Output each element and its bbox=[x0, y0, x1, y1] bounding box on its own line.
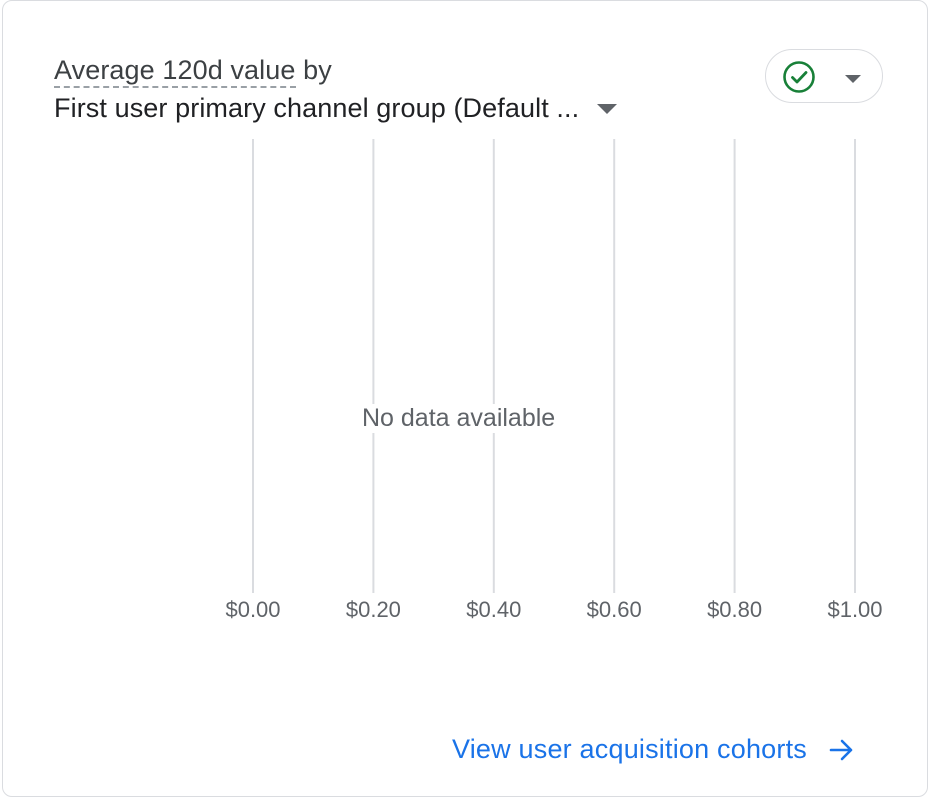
x-tick-label: $1.00 bbox=[827, 597, 882, 622]
arrow-right-icon bbox=[829, 739, 853, 760]
x-tick-label: $0.80 bbox=[707, 597, 762, 622]
chart-x-axis: $0.00 $0.20 $0.40 $0.60 $0.80 $1.00 bbox=[225, 597, 882, 622]
chart-gridlines bbox=[252, 139, 856, 593]
x-tick-label: $0.20 bbox=[346, 597, 401, 622]
no-data-message: No data available bbox=[358, 404, 560, 433]
bar-chart: $0.00 $0.20 $0.40 $0.60 $0.80 $1.00 bbox=[225, 139, 883, 622]
x-tick-label: $0.00 bbox=[225, 597, 280, 622]
x-tick-label: $0.40 bbox=[466, 597, 521, 622]
view-cohorts-link[interactable]: View user acquisition cohorts bbox=[452, 734, 855, 765]
x-tick-label: $0.60 bbox=[587, 597, 642, 622]
view-cohorts-label: View user acquisition cohorts bbox=[452, 734, 807, 764]
